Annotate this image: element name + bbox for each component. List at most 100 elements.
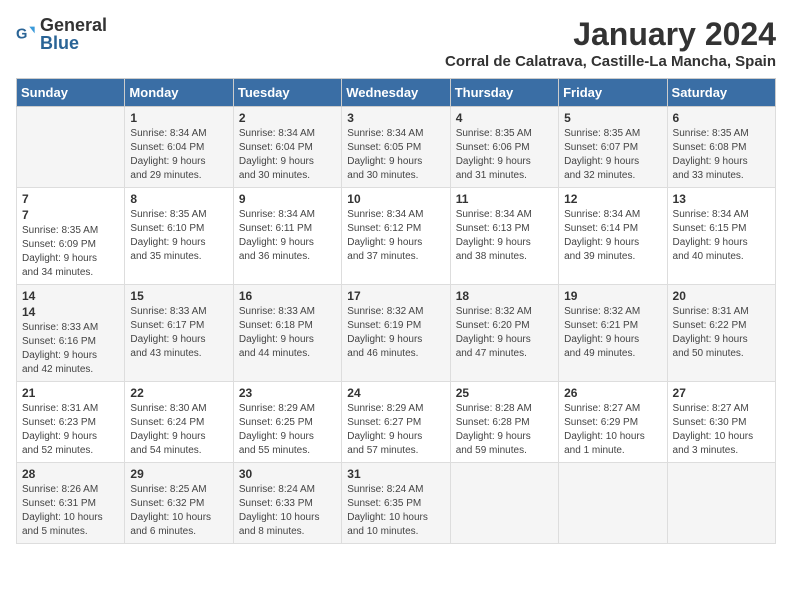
calendar-cell: 28 Sunrise: 8:26 AM Sunset: 6:31 PM Dayli… [17, 463, 125, 544]
calendar-cell [450, 463, 558, 544]
logo-blue-text: Blue [40, 34, 107, 52]
calendar-cell: 8Sunrise: 8:35 AM Sunset: 6:10 PM Daylig… [125, 188, 233, 285]
day-info: Sunrise: 8:29 AM Sunset: 6:27 PM Dayligh… [347, 402, 444, 458]
calendar-cell: 14 14 Sunrise: 8:33 AM Sunset: 6:16 PM Day… [17, 285, 125, 382]
month-title: January 2024 [445, 16, 776, 53]
day-info: Sunrise: 8:31 AM Sunset: 6:22 PM Dayligh… [673, 305, 770, 361]
day-number: 15 [130, 289, 227, 303]
day-number: 10 [347, 192, 444, 206]
day-info: Sunrise: 8:34 AM Sunset: 6:14 PM Dayligh… [564, 208, 661, 264]
calendar-cell: 30 Sunrise: 8:24 AM Sunset: 6:33 PM Dayli… [233, 463, 341, 544]
calendar-cell [667, 463, 775, 544]
calendar-cell: 12 Sunrise: 8:34 AM Sunset: 6:14 PM Dayli… [559, 188, 667, 285]
title-area: January 2024 Corral de Calatrava, Castil… [445, 16, 776, 70]
logo: G General Blue [16, 16, 107, 52]
day-number: 3 [347, 111, 444, 125]
calendar-cell: 27Sunrise: 8:27 AM Sunset: 6:30 PM Dayli… [667, 382, 775, 463]
calendar-cell: 18Sunrise: 8:32 AM Sunset: 6:20 PM Dayli… [450, 285, 558, 382]
day-number: 7 [22, 208, 119, 222]
day-info: Sunrise: 8:24 AM Sunset: 6:33 PM Dayligh… [239, 483, 336, 539]
calendar-cell: 5 Sunrise: 8:35 AM Sunset: 6:07 PM Daylig… [559, 107, 667, 188]
day-number: 8 [130, 192, 227, 206]
calendar-cell: 31 Sunrise: 8:24 AM Sunset: 6:35 PM Dayli… [342, 463, 450, 544]
calendar-cell: 26 Sunrise: 8:27 AM Sunset: 6:29 PM Dayli… [559, 382, 667, 463]
day-info: Sunrise: 8:34 AM Sunset: 6:13 PM Dayligh… [456, 208, 553, 264]
calendar-cell: 21Sunrise: 8:31 AM Sunset: 6:23 PM Dayli… [17, 382, 125, 463]
day-info: Sunrise: 8:33 AM Sunset: 6:17 PM Dayligh… [130, 305, 227, 361]
day-number: 26 [564, 386, 661, 400]
calendar-cell: 29 Sunrise: 8:25 AM Sunset: 6:32 PM Dayli… [125, 463, 233, 544]
calendar-cell: 23Sunrise: 8:29 AM Sunset: 6:25 PM Dayli… [233, 382, 341, 463]
day-number: 30 [239, 467, 336, 481]
calendar-cell: 1 Sunrise: 8:34 AM Sunset: 6:04 PM Daylig… [125, 107, 233, 188]
day-number: 5 [564, 111, 661, 125]
calendar-body: 1 Sunrise: 8:34 AM Sunset: 6:04 PM Daylig… [17, 107, 776, 544]
day-info: Sunrise: 8:32 AM Sunset: 6:21 PM Dayligh… [564, 305, 661, 361]
day-number: 20 [673, 289, 770, 303]
calendar-cell: 24 Sunrise: 8:29 AM Sunset: 6:27 PM Dayli… [342, 382, 450, 463]
day-info: Sunrise: 8:29 AM Sunset: 6:25 PM Dayligh… [239, 402, 336, 458]
calendar-cell: 25 Sunrise: 8:28 AM Sunset: 6:28 PM Dayli… [450, 382, 558, 463]
day-info: Sunrise: 8:34 AM Sunset: 6:15 PM Dayligh… [673, 208, 770, 264]
day-number: 1 [130, 111, 227, 125]
day-info: Sunrise: 8:24 AM Sunset: 6:35 PM Dayligh… [347, 483, 444, 539]
day-number: 25 [456, 386, 553, 400]
location-subtitle: Corral de Calatrava, Castille-La Mancha,… [445, 53, 776, 70]
calendar-cell: 9 Sunrise: 8:34 AM Sunset: 6:11 PM Daylig… [233, 188, 341, 285]
day-info: Sunrise: 8:34 AM Sunset: 6:05 PM Dayligh… [347, 127, 444, 183]
day-info: Sunrise: 8:35 AM Sunset: 6:08 PM Dayligh… [673, 127, 770, 183]
day-info: Sunrise: 8:33 AM Sunset: 6:18 PM Dayligh… [239, 305, 336, 361]
svg-text:G: G [16, 27, 27, 43]
header-day-wednesday: Wednesday [342, 79, 450, 107]
header-day-saturday: Saturday [667, 79, 775, 107]
day-info: Sunrise: 8:34 AM Sunset: 6:12 PM Dayligh… [347, 208, 444, 264]
day-number: 24 [347, 386, 444, 400]
calendar-cell: 16Sunrise: 8:33 AM Sunset: 6:18 PM Dayli… [233, 285, 341, 382]
day-number: 19 [564, 289, 661, 303]
day-info: Sunrise: 8:30 AM Sunset: 6:24 PM Dayligh… [130, 402, 227, 458]
day-info: Sunrise: 8:35 AM Sunset: 6:07 PM Dayligh… [564, 127, 661, 183]
header-row: SundayMondayTuesdayWednesdayThursdayFrid… [17, 79, 776, 107]
day-info: Sunrise: 8:32 AM Sunset: 6:20 PM Dayligh… [456, 305, 553, 361]
calendar-cell: 77Sunrise: 8:35 AM Sunset: 6:09 PM Dayli… [17, 188, 125, 285]
day-number: 28 [22, 467, 119, 481]
calendar-cell: 17Sunrise: 8:32 AM Sunset: 6:19 PM Dayli… [342, 285, 450, 382]
day-number: 14 [22, 305, 119, 319]
day-number: 31 [347, 467, 444, 481]
day-info: Sunrise: 8:31 AM Sunset: 6:23 PM Dayligh… [22, 402, 119, 458]
day-number: 13 [673, 192, 770, 206]
day-number: 4 [456, 111, 553, 125]
calendar-row-1: 1 Sunrise: 8:34 AM Sunset: 6:04 PM Daylig… [17, 107, 776, 188]
logo-general-text: General [40, 16, 107, 34]
day-info: Sunrise: 8:28 AM Sunset: 6:28 PM Dayligh… [456, 402, 553, 458]
header-day-tuesday: Tuesday [233, 79, 341, 107]
calendar-cell: 4Sunrise: 8:35 AM Sunset: 6:06 PM Daylig… [450, 107, 558, 188]
calendar-cell: 22 Sunrise: 8:30 AM Sunset: 6:24 PM Dayli… [125, 382, 233, 463]
day-number: 9 [239, 192, 336, 206]
day-number: 14 [22, 289, 119, 303]
calendar-cell: 2 Sunrise: 8:34 AM Sunset: 6:04 PM Daylig… [233, 107, 341, 188]
day-number: 22 [130, 386, 227, 400]
day-number: 2 [239, 111, 336, 125]
calendar-row-5: 28 Sunrise: 8:26 AM Sunset: 6:31 PM Dayli… [17, 463, 776, 544]
calendar-cell: 15 Sunrise: 8:33 AM Sunset: 6:17 PM Dayli… [125, 285, 233, 382]
calendar-cell: 20 Sunrise: 8:31 AM Sunset: 6:22 PM Dayli… [667, 285, 775, 382]
calendar-cell [17, 107, 125, 188]
day-number: 6 [673, 111, 770, 125]
day-info: Sunrise: 8:34 AM Sunset: 6:04 PM Dayligh… [130, 127, 227, 183]
day-info: Sunrise: 8:34 AM Sunset: 6:11 PM Dayligh… [239, 208, 336, 264]
calendar-header: SundayMondayTuesdayWednesdayThursdayFrid… [17, 79, 776, 107]
day-info: Sunrise: 8:34 AM Sunset: 6:04 PM Dayligh… [239, 127, 336, 183]
day-info: Sunrise: 8:25 AM Sunset: 6:32 PM Dayligh… [130, 483, 227, 539]
day-number: 7 [22, 192, 119, 206]
calendar-row-2: 77Sunrise: 8:35 AM Sunset: 6:09 PM Dayli… [17, 188, 776, 285]
day-number: 12 [564, 192, 661, 206]
header-day-monday: Monday [125, 79, 233, 107]
day-info: Sunrise: 8:26 AM Sunset: 6:31 PM Dayligh… [22, 483, 119, 539]
day-number: 11 [456, 192, 553, 206]
header-day-friday: Friday [559, 79, 667, 107]
day-info: Sunrise: 8:27 AM Sunset: 6:29 PM Dayligh… [564, 402, 661, 458]
day-info: Sunrise: 8:33 AM Sunset: 6:16 PM Dayligh… [22, 321, 119, 377]
page-header: G General Blue January 2024 Corral de Ca… [16, 16, 776, 70]
day-number: 29 [130, 467, 227, 481]
